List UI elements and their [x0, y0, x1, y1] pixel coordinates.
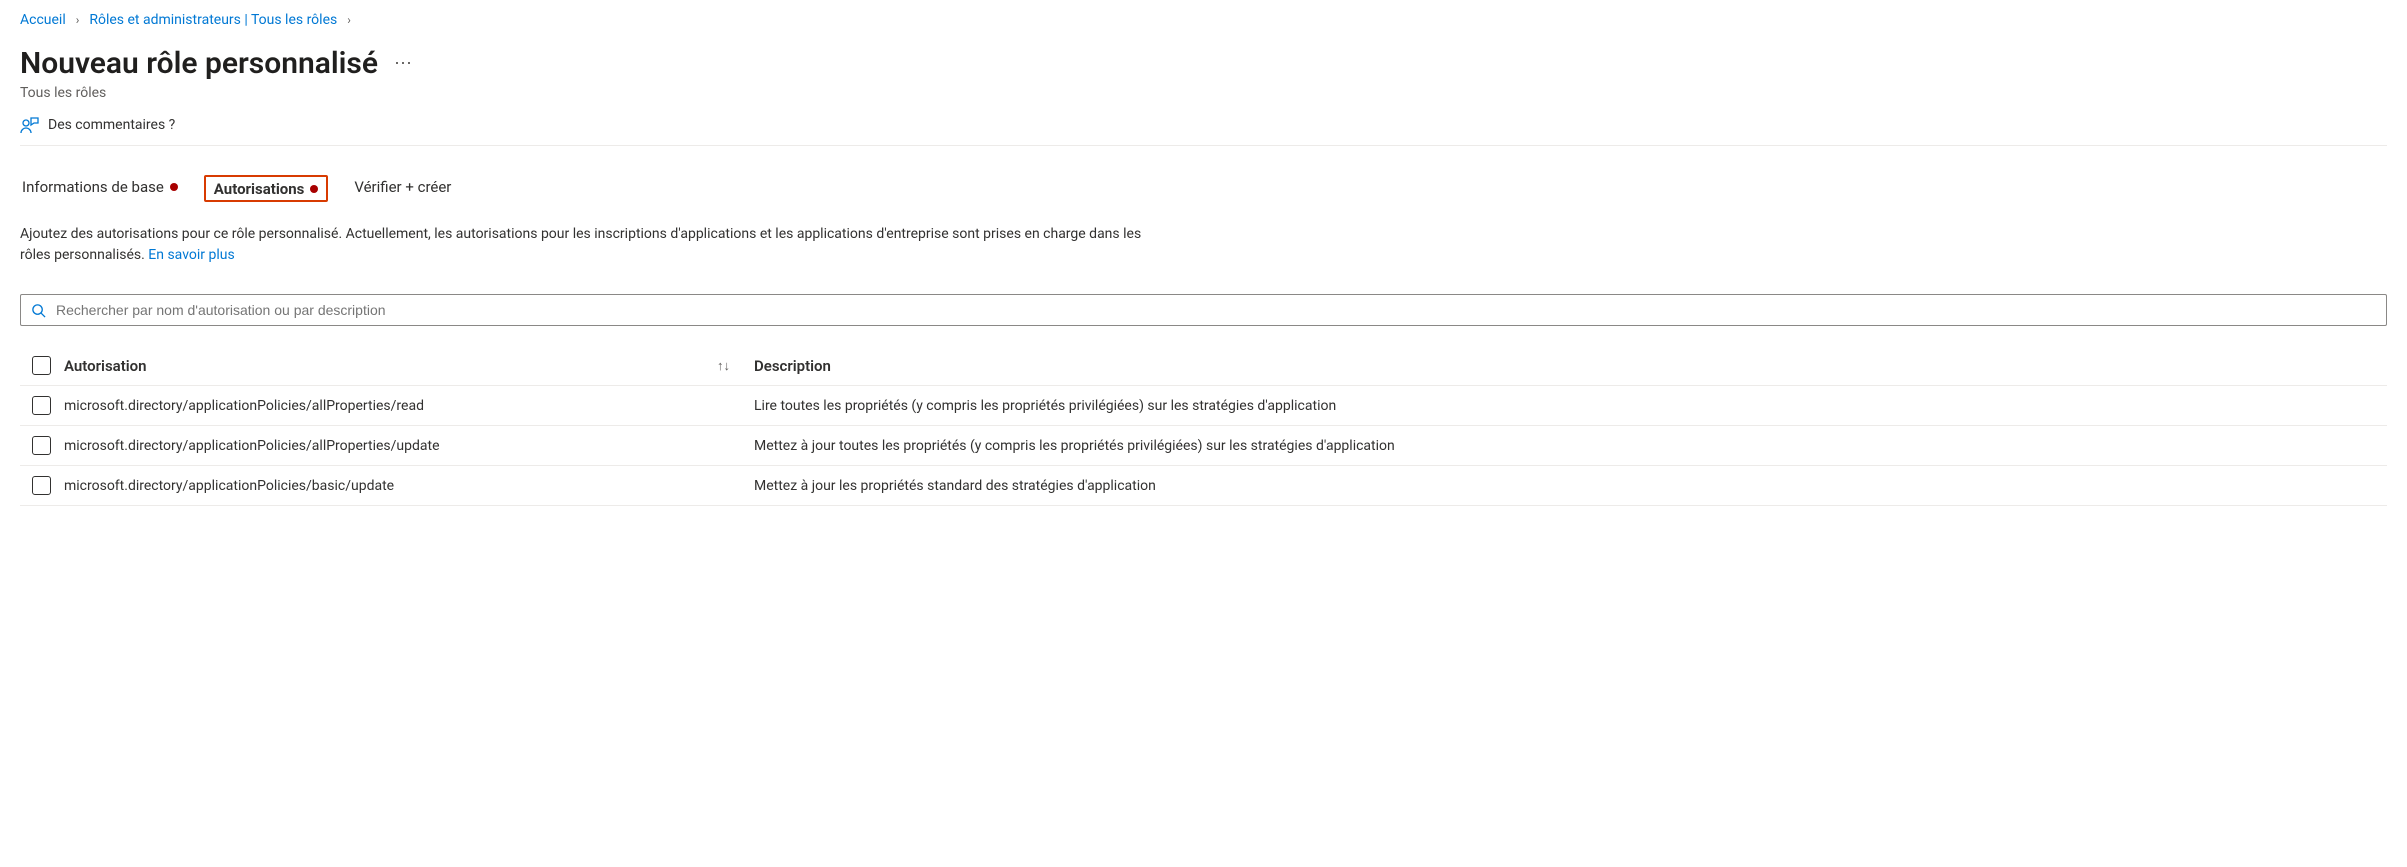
cell-description: Lire toutes les propriétés (y compris le…	[754, 398, 2387, 414]
cell-description: Mettez à jour les propriétés standard de…	[754, 478, 2387, 494]
table-row[interactable]: microsoft.directory/applicationPolicies/…	[20, 386, 2387, 426]
tabs: Informations de base Autorisations Vérif…	[20, 174, 2387, 202]
command-bar: Des commentaires ?	[20, 115, 2387, 146]
table-row[interactable]: microsoft.directory/applicationPolicies/…	[20, 426, 2387, 466]
search-box[interactable]	[20, 294, 2387, 326]
tab-review-label: Vérifier + créer	[354, 178, 451, 196]
chevron-right-icon: ›	[76, 13, 80, 27]
cell-authorization: microsoft.directory/applicationPolicies/…	[64, 478, 754, 494]
error-dot-icon	[170, 183, 178, 191]
tab-permissions[interactable]: Autorisations	[204, 175, 329, 202]
column-header-description[interactable]: Description	[754, 357, 831, 375]
row-checkbox[interactable]	[32, 476, 51, 495]
cell-authorization: microsoft.directory/applicationPolicies/…	[64, 398, 754, 414]
breadcrumb-home[interactable]: Accueil	[20, 12, 66, 28]
tab-basics-label: Informations de base	[22, 178, 164, 196]
page-subtitle: Tous les rôles	[20, 85, 2387, 101]
chevron-right-icon: ›	[347, 13, 351, 27]
tab-review[interactable]: Vérifier + créer	[352, 174, 453, 202]
tab-basics[interactable]: Informations de base	[20, 174, 180, 202]
select-all-checkbox[interactable]	[32, 356, 51, 375]
search-icon	[31, 303, 46, 318]
person-feedback-icon	[20, 115, 40, 135]
breadcrumb: Accueil › Rôles et administrateurs | Tou…	[20, 12, 2387, 28]
tab-description: Ajoutez des autorisations pour ce rôle p…	[20, 224, 1170, 266]
more-actions-icon[interactable]: ⋯	[394, 53, 414, 74]
page-title: Nouveau rôle personnalisé	[20, 46, 378, 81]
table-header-row: Autorisation ↑↓ Description	[20, 352, 2387, 386]
column-header-authorization[interactable]: Autorisation	[64, 357, 147, 375]
table-row[interactable]: microsoft.directory/applicationPolicies/…	[20, 466, 2387, 506]
feedback-button[interactable]: Des commentaires ?	[20, 115, 175, 135]
row-checkbox[interactable]	[32, 436, 51, 455]
sort-icon[interactable]: ↑↓	[717, 358, 754, 374]
search-input[interactable]	[54, 301, 2376, 319]
learn-more-link[interactable]: En savoir plus	[148, 247, 234, 263]
tab-permissions-label: Autorisations	[214, 180, 305, 198]
feedback-label: Des commentaires ?	[48, 117, 175, 133]
row-checkbox[interactable]	[32, 396, 51, 415]
permissions-table: Autorisation ↑↓ Description microsoft.di…	[20, 352, 2387, 506]
cell-description: Mettez à jour toutes les propriétés (y c…	[754, 438, 2387, 454]
cell-authorization: microsoft.directory/applicationPolicies/…	[64, 438, 754, 454]
breadcrumb-roles[interactable]: Rôles et administrateurs | Tous les rôle…	[89, 12, 337, 28]
error-dot-icon	[310, 185, 318, 193]
